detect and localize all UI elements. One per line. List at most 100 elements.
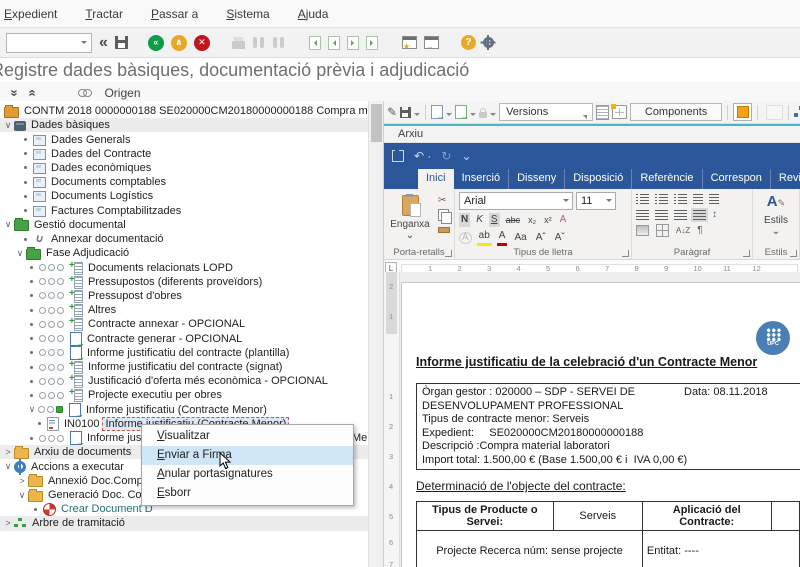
tree-row[interactable]: >Arbre de tramitació bbox=[0, 516, 368, 530]
tree-row[interactable]: Pressupostos (diferents proveïdors) bbox=[0, 275, 368, 289]
change-case-button[interactable]: Aa bbox=[512, 231, 528, 245]
tab-disposició[interactable]: Disposició bbox=[565, 169, 632, 189]
tree-row[interactable]: Documents relacionats LOPD bbox=[0, 260, 368, 274]
next-page-icon[interactable] bbox=[347, 36, 359, 50]
bullet-list-icon[interactable] bbox=[636, 194, 649, 204]
cut-icon[interactable]: ✂ bbox=[438, 194, 450, 207]
align-right-icon[interactable] bbox=[674, 210, 687, 220]
font-size-combo[interactable]: 11 bbox=[576, 192, 616, 210]
pilcrow-icon[interactable]: ¶ bbox=[697, 224, 702, 237]
tab-inici[interactable]: Inici bbox=[418, 169, 454, 189]
styles-button[interactable]: Estils bbox=[764, 215, 788, 226]
previous-page-icon[interactable] bbox=[328, 36, 340, 50]
line-spacing-icon[interactable]: ↕ bbox=[712, 208, 717, 221]
find-icon[interactable] bbox=[252, 37, 265, 48]
tab-revisió[interactable]: Revisió bbox=[771, 169, 800, 189]
expand-icon[interactable]: > bbox=[2, 447, 14, 457]
borders-icon[interactable] bbox=[656, 224, 669, 237]
menu-item-passar-a[interactable]: Passar a bbox=[151, 7, 198, 21]
tree-row[interactable]: Projecte executiu per obres bbox=[0, 388, 368, 402]
cancel-button[interactable]: ✕ bbox=[194, 35, 210, 51]
tree-row[interactable]: CONTM 2018 0000000188 SE020000CM20180000… bbox=[0, 104, 368, 118]
new-session-icon[interactable]: ★ bbox=[402, 36, 417, 49]
find-next-icon[interactable] bbox=[272, 37, 285, 48]
copy-icon[interactable] bbox=[438, 209, 449, 221]
menu-item-expedient[interactable]: Expedient bbox=[4, 7, 57, 21]
collapse-icon[interactable]: ∨ bbox=[26, 404, 38, 415]
checkout-icon[interactable] bbox=[455, 105, 467, 119]
highlight-tool-button[interactable] bbox=[733, 103, 752, 121]
last-page-icon[interactable] bbox=[366, 36, 378, 50]
expand-all-icon[interactable]: « bbox=[28, 89, 38, 96]
command-field[interactable] bbox=[6, 33, 92, 53]
justify-icon[interactable] bbox=[693, 210, 706, 220]
menu-item-tractar[interactable]: Tractar bbox=[85, 7, 123, 21]
tab-correspon[interactable]: Correspon bbox=[703, 169, 771, 189]
tree-row[interactable]: Pressupost d'obres bbox=[0, 289, 368, 303]
shortcut-icon[interactable]: → bbox=[424, 36, 439, 49]
tree-row[interactable]: Dades Generals bbox=[0, 132, 368, 146]
tab-inserció[interactable]: Inserció bbox=[454, 169, 510, 189]
collapse-icon[interactable]: ∨ bbox=[14, 248, 26, 259]
tree-row[interactable]: Dades del Contracte bbox=[0, 147, 368, 161]
tree-row[interactable]: ∨Fase Adjudicació bbox=[0, 246, 368, 260]
font-name-combo[interactable]: Arial bbox=[459, 192, 573, 210]
first-page-icon[interactable] bbox=[309, 36, 321, 50]
tree-row[interactable]: ∨Dades bàsiques bbox=[0, 118, 368, 132]
collapse-icon[interactable]: ∨ bbox=[2, 219, 14, 230]
export-icon[interactable] bbox=[431, 105, 443, 119]
tree-row[interactable]: Factures Comptabilitzades bbox=[0, 204, 368, 218]
document-info-icon[interactable] bbox=[596, 105, 609, 120]
tree-row[interactable]: Informe justificatiu del contracte (sign… bbox=[0, 360, 368, 374]
preview-save-icon[interactable] bbox=[400, 107, 411, 118]
hide-command-icon[interactable]: « bbox=[99, 35, 108, 51]
styles-icon[interactable]: A✎ bbox=[757, 192, 795, 213]
workflow-icon[interactable] bbox=[794, 106, 800, 118]
components-button[interactable]: Components bbox=[630, 103, 722, 121]
tree-row[interactable]: Annexar documentació bbox=[0, 232, 368, 246]
save-icon[interactable] bbox=[115, 36, 128, 49]
collapse-icon[interactable]: ∨ bbox=[2, 461, 14, 472]
subscript-button[interactable]: x₂ bbox=[526, 213, 538, 227]
shading-icon[interactable] bbox=[636, 225, 649, 236]
exit-button[interactable]: ∧ bbox=[171, 35, 187, 51]
clipboard-dialog-launcher[interactable] bbox=[445, 250, 452, 257]
document-area[interactable]: 211234567 UPC Informe justificatiu de la… bbox=[384, 272, 800, 567]
tree-row[interactable]: Informe justificatiu del contracte (plan… bbox=[0, 346, 368, 360]
tree-row[interactable]: Documents Logístics bbox=[0, 189, 368, 203]
menu-item-ajuda[interactable]: Ajuda bbox=[298, 7, 329, 21]
components-grid-icon[interactable] bbox=[612, 105, 627, 119]
paste-button[interactable]: Enganxa ⌄ bbox=[388, 192, 432, 241]
lock-icon[interactable] bbox=[479, 112, 487, 118]
tree-scrollbar[interactable] bbox=[368, 101, 384, 567]
tree-scrollbar-thumb[interactable] bbox=[371, 104, 382, 142]
styles-dialog-launcher[interactable] bbox=[790, 250, 797, 257]
grow-font-button[interactable]: Aˆ bbox=[534, 231, 548, 245]
help-icon[interactable]: ? bbox=[461, 35, 476, 50]
customize-icon[interactable] bbox=[483, 37, 494, 48]
sort-icon[interactable]: A↓Z bbox=[676, 224, 690, 237]
tree-row[interactable]: ∨Gestió documental bbox=[0, 218, 368, 232]
clear-format-button[interactable]: A bbox=[558, 213, 569, 227]
tree-row[interactable]: Altres bbox=[0, 303, 368, 317]
tree-row[interactable]: Contracte annexar - OPCIONAL bbox=[0, 317, 368, 331]
context-menu-item-visualitzar[interactable]: Visualitzar bbox=[142, 427, 353, 446]
redo-icon[interactable]: ↻ bbox=[441, 150, 451, 162]
tab-disseny[interactable]: Disseny bbox=[509, 169, 565, 189]
shrink-font-button[interactable]: Aˇ bbox=[553, 231, 567, 245]
tree-row[interactable]: Justificació d'oferta més econòmica - OP… bbox=[0, 374, 368, 388]
format-painter-icon[interactable] bbox=[438, 227, 450, 233]
numbered-list-icon[interactable] bbox=[655, 194, 668, 204]
tree-row[interactable]: Contracte generar - OPCIONAL bbox=[0, 332, 368, 346]
undo-icon[interactable]: ↶ · bbox=[414, 150, 431, 162]
outdent-icon[interactable] bbox=[693, 194, 703, 204]
sign-icon[interactable]: ✎ bbox=[387, 106, 397, 118]
quickbar-customize-icon[interactable]: ⌄ bbox=[461, 150, 471, 162]
collapse-icon[interactable]: ∨ bbox=[2, 120, 14, 131]
tree-row[interactable]: Documents comptables bbox=[0, 175, 368, 189]
tree-row[interactable]: Dades econòmiques bbox=[0, 161, 368, 175]
print-icon[interactable] bbox=[232, 41, 245, 49]
origen-button[interactable]: Origen bbox=[104, 86, 140, 100]
italic-button[interactable]: K bbox=[474, 213, 485, 227]
collapse-icon[interactable]: ∨ bbox=[16, 490, 28, 501]
